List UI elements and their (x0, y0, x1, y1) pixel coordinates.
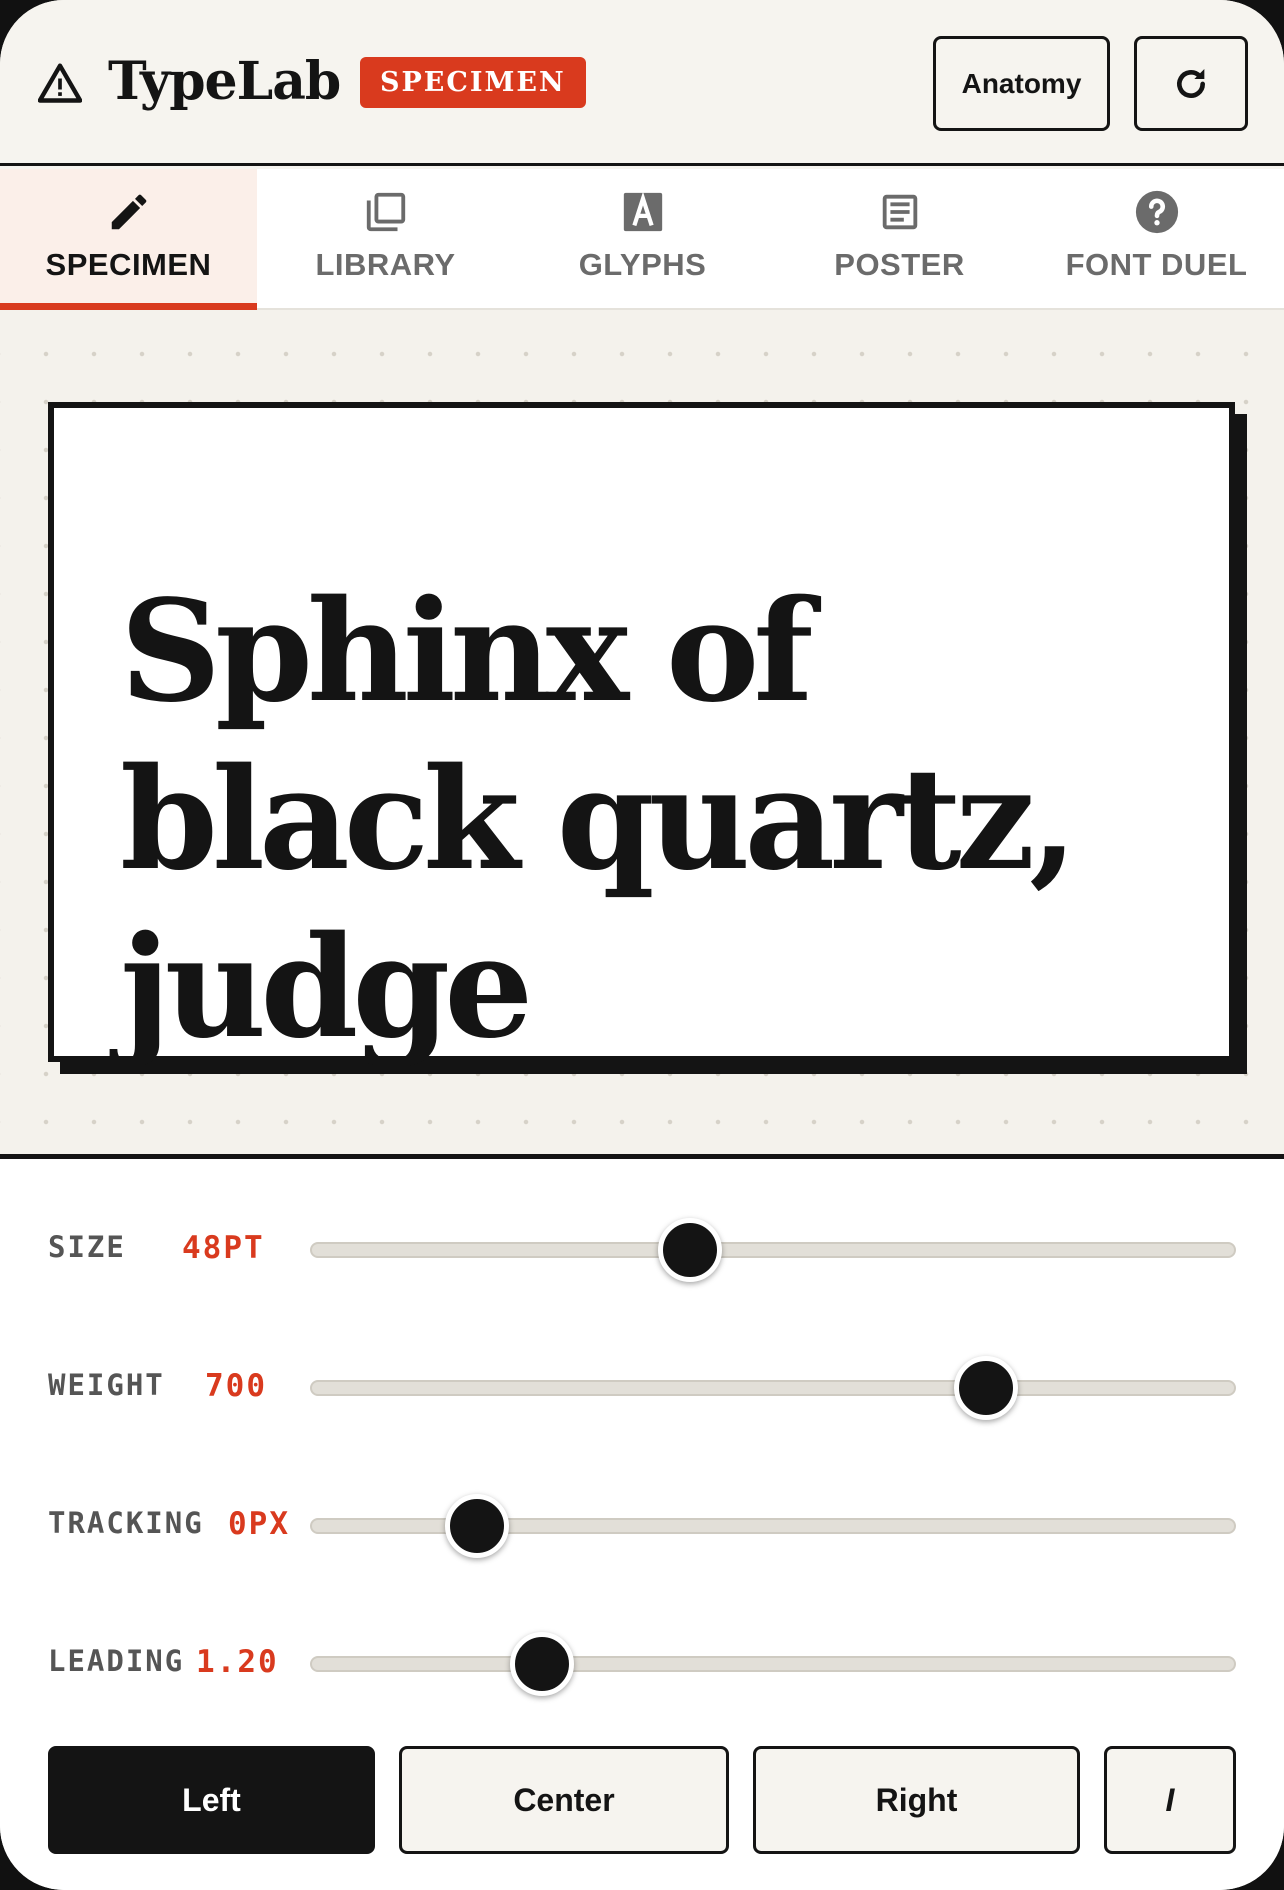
app-frame: TypeLab SPECIMEN Anatomy SPECIMEN LIBRAR… (0, 0, 1284, 1890)
mode-badge: SPECIMEN (360, 57, 586, 108)
pencil-icon (111, 194, 146, 230)
tracking-value: 0PX (228, 1506, 290, 1542)
tab-label: SPECIMEN (45, 247, 212, 282)
glyph-a-icon (623, 191, 662, 232)
tracking-slider-thumb[interactable] (444, 1494, 509, 1558)
tab-label: POSTER (834, 247, 965, 282)
tab-glyphs[interactable]: GLYPHS (514, 169, 771, 310)
tab-font-duel[interactable]: FONT DUEL (1028, 169, 1284, 310)
warning-triangle-icon (38, 63, 82, 103)
align-left-button[interactable]: Left (48, 1746, 375, 1854)
size-label: SIZE (48, 1230, 126, 1264)
poster-icon (882, 194, 917, 230)
weight-control: WEIGHT 700 (0, 1352, 1284, 1422)
tab-bar: SPECIMEN LIBRARY GLYPHS POSTER FONT DUEL (0, 169, 1284, 310)
size-control: SIZE 48PT (0, 1214, 1284, 1284)
leading-value: 1.20 (196, 1644, 279, 1680)
align-right-button[interactable]: Right (753, 1746, 1080, 1854)
weight-label: WEIGHT (48, 1368, 165, 1402)
specimen-card[interactable]: Sphinx of black quartz, judge (48, 402, 1235, 1070)
weight-slider-track[interactable] (310, 1380, 1236, 1396)
leading-slider-track[interactable] (310, 1656, 1236, 1672)
specimen-stage: Sphinx of black quartz, judge (0, 310, 1284, 1156)
help-circle-icon (1135, 190, 1178, 234)
leading-control: LEADING 1.20 (0, 1628, 1284, 1698)
anatomy-button[interactable]: Anatomy (933, 36, 1110, 131)
leading-label: LEADING (48, 1644, 185, 1678)
tab-label: GLYPHS (578, 247, 707, 282)
size-value: 48PT (182, 1230, 265, 1266)
tab-poster[interactable]: POSTER (771, 169, 1028, 310)
tab-library[interactable]: LIBRARY (257, 169, 514, 310)
weight-slider-thumb[interactable] (953, 1356, 1018, 1420)
library-icon (366, 192, 405, 232)
align-center-button[interactable]: Center (399, 1746, 729, 1854)
specimen-text[interactable]: Sphinx of black quartz, judge (120, 568, 1200, 1072)
size-slider-track[interactable] (310, 1242, 1236, 1258)
weight-value: 700 (205, 1368, 267, 1404)
tab-specimen[interactable]: SPECIMEN (0, 169, 257, 310)
italic-toggle-button[interactable]: I (1104, 1746, 1236, 1854)
tracking-control: TRACKING 0PX (0, 1490, 1284, 1560)
refresh-icon (1177, 68, 1205, 98)
app-header: TypeLab SPECIMEN Anatomy (0, 0, 1284, 166)
tab-label: LIBRARY (315, 247, 456, 282)
app-title: TypeLab (108, 51, 341, 112)
size-slider-thumb[interactable] (657, 1218, 722, 1282)
leading-slider-thumb[interactable] (509, 1632, 574, 1696)
tab-label: FONT DUEL (1065, 247, 1248, 282)
refresh-button[interactable] (1134, 36, 1248, 131)
tracking-label: TRACKING (48, 1506, 204, 1540)
